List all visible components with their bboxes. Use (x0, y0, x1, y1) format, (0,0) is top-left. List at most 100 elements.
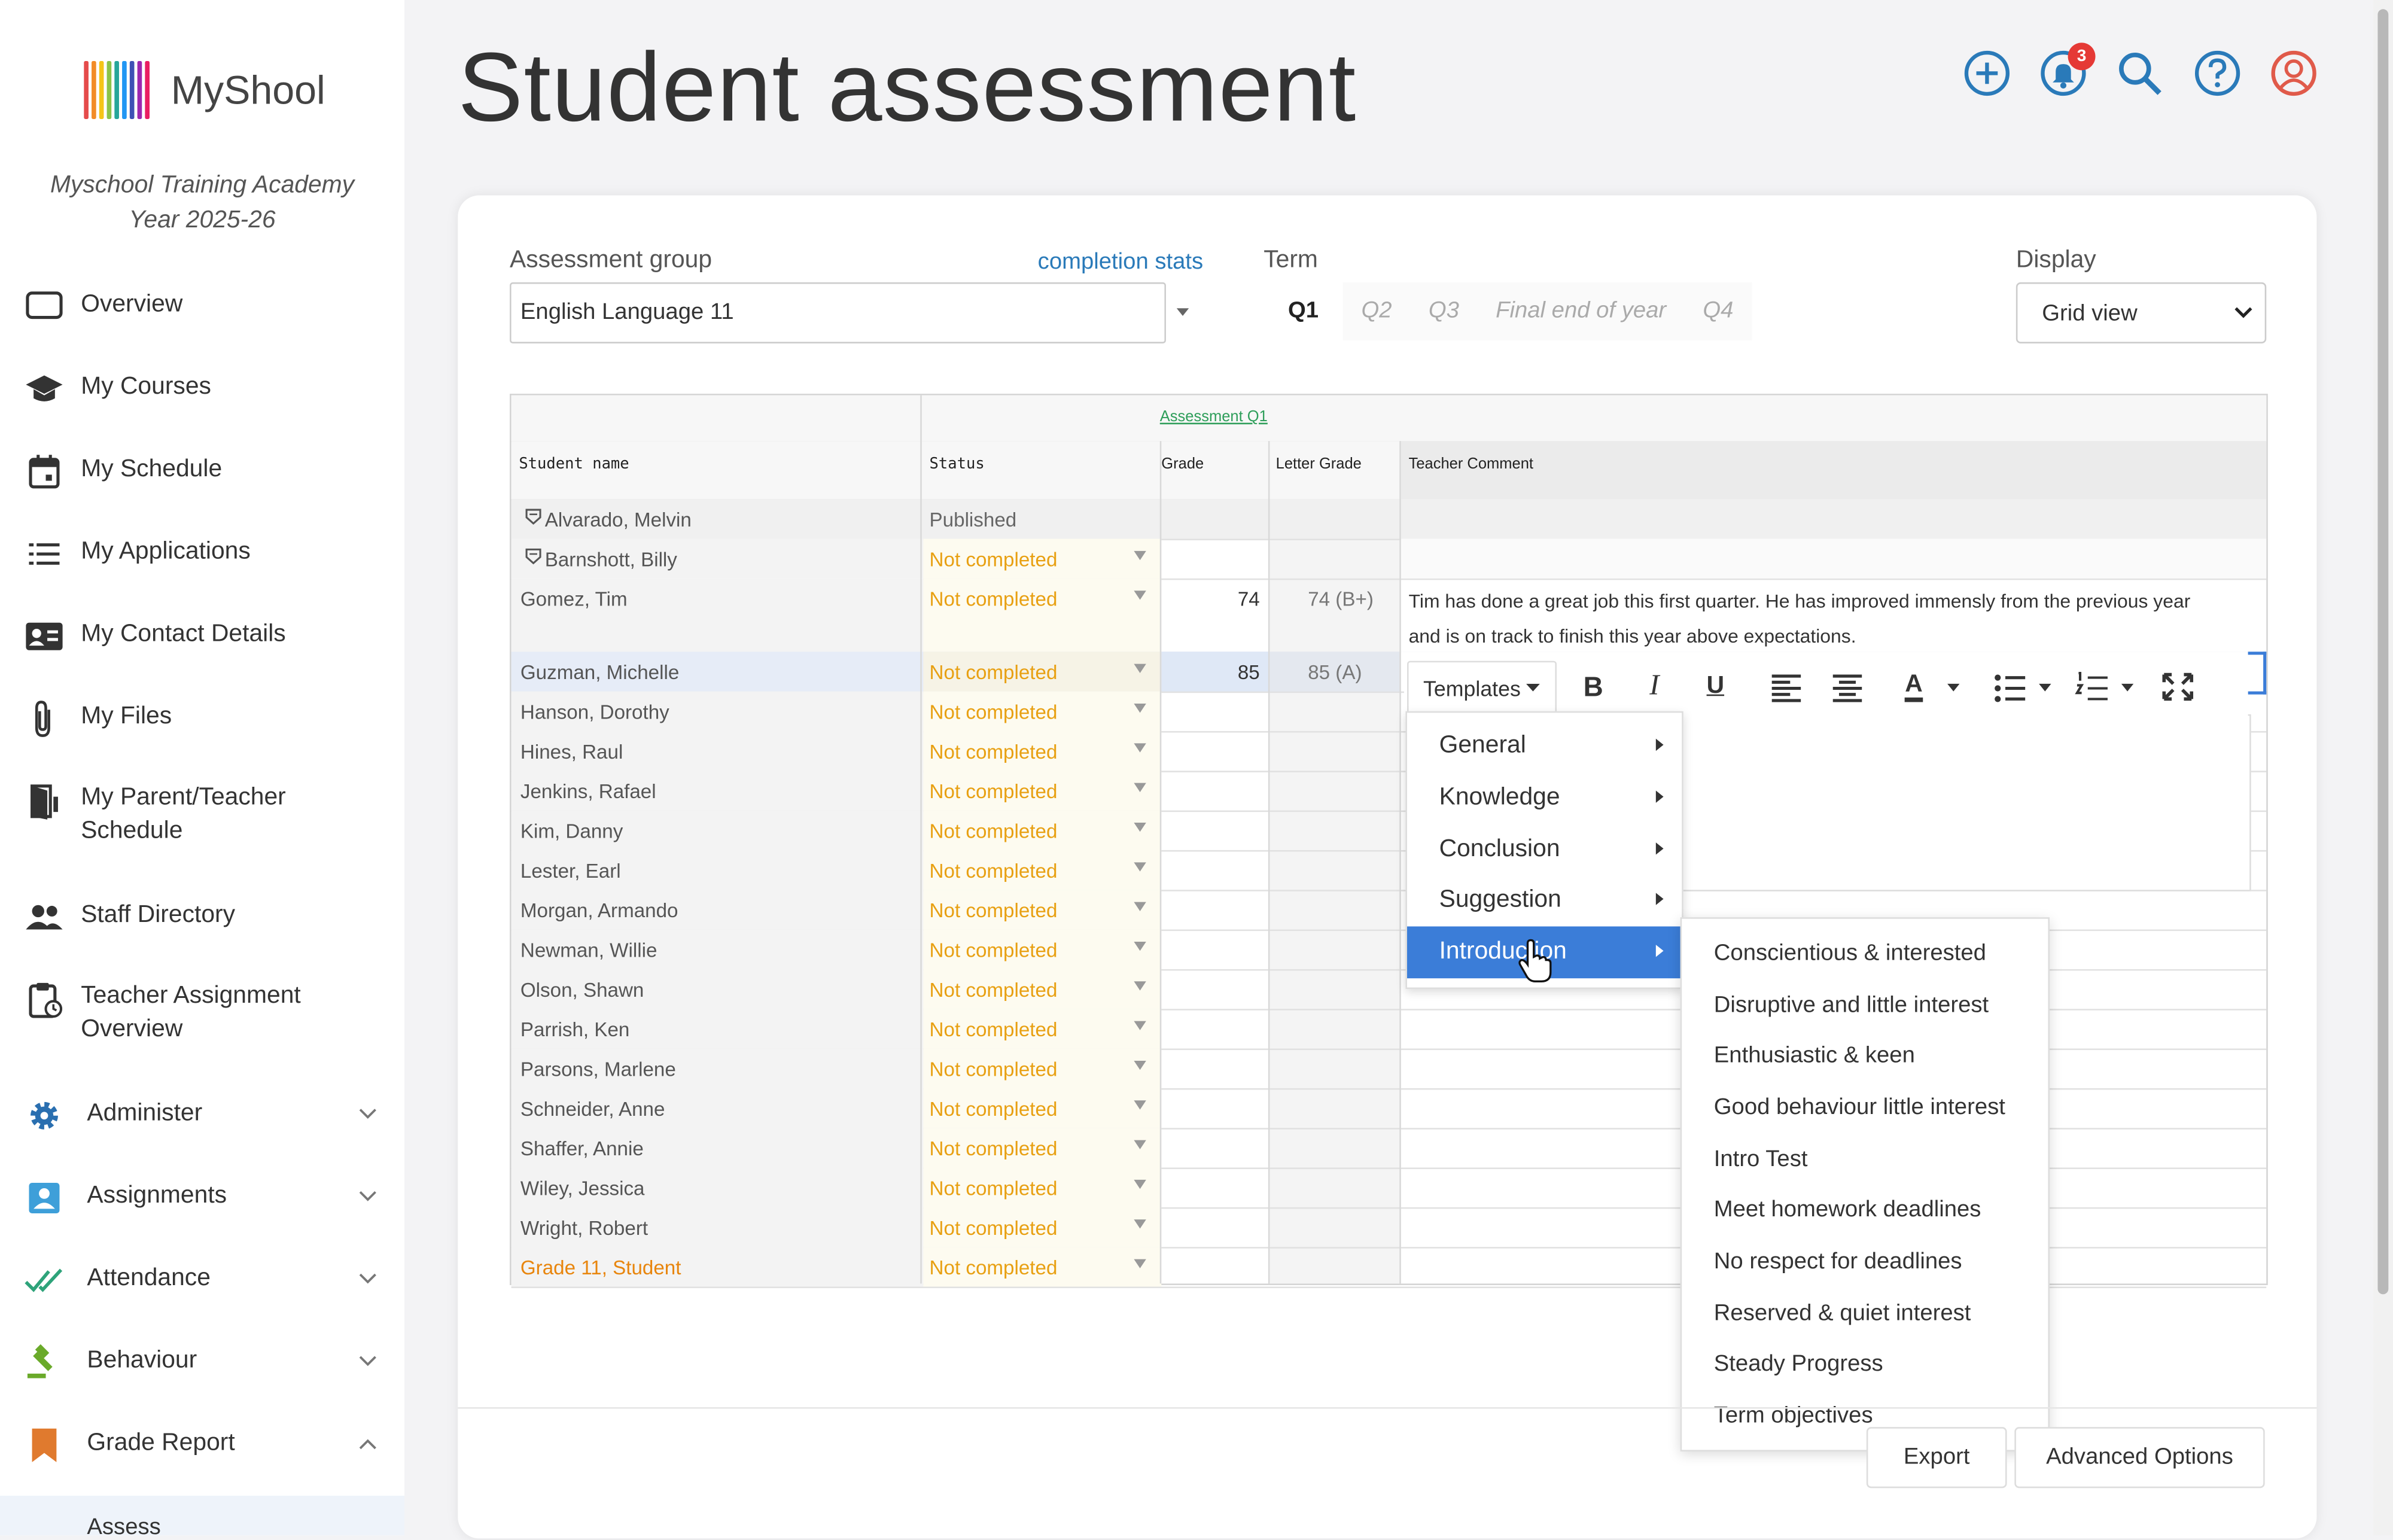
term-tab-final[interactable]: Final end of year (1477, 282, 1685, 340)
status-dropdown-icon[interactable] (1134, 1140, 1146, 1149)
sidebar-section-assignments[interactable]: Assignments (0, 1178, 404, 1215)
status-cell[interactable]: Not completed (930, 899, 1058, 922)
sidebar-item-overview[interactable]: Overview (0, 287, 404, 324)
user-icon[interactable] (2269, 49, 2318, 98)
status-cell[interactable]: Not completed (930, 1018, 1058, 1041)
sidebar-section-grade-report[interactable]: Grade Report (0, 1426, 404, 1462)
status-dropdown-icon[interactable] (1134, 1259, 1146, 1268)
status-dropdown-icon[interactable] (1134, 664, 1146, 673)
template-option[interactable]: Reserved & quiet interest (1714, 1300, 1971, 1326)
caret-down-icon[interactable] (2118, 656, 2137, 717)
status-cell[interactable]: Not completed (930, 859, 1058, 882)
sidebar-section-attendance[interactable]: Attendance (0, 1261, 404, 1297)
template-option[interactable]: Intro Test (1714, 1146, 1808, 1172)
display-select[interactable]: Grid view (2016, 282, 2267, 343)
status-dropdown-icon[interactable] (1134, 704, 1146, 713)
comment-editor[interactable] (1679, 714, 2251, 891)
status-cell[interactable]: Not completed (930, 548, 1058, 571)
template-option[interactable]: Steady Progress (1714, 1351, 1883, 1377)
menu-item-conclusion[interactable]: Conclusion (1407, 824, 1682, 876)
align-left-icon[interactable] (1767, 656, 1807, 717)
status-dropdown-icon[interactable] (1134, 591, 1146, 600)
assessment-group-header[interactable]: Assessment Q1 (1160, 409, 1268, 426)
status-dropdown-icon[interactable] (1134, 1021, 1146, 1030)
column-header-teacher-comment[interactable]: Teacher Comment (1409, 456, 1533, 473)
italic-icon[interactable]: I (1633, 656, 1676, 717)
dropdown-arrow-icon[interactable] (1164, 282, 1201, 340)
status-cell[interactable]: Not completed (930, 588, 1058, 610)
sidebar-item-my-schedule[interactable]: My Schedule (0, 452, 404, 489)
status-cell[interactable]: Not completed (930, 978, 1058, 1001)
template-option[interactable]: Good behaviour little interest (1714, 1094, 2005, 1120)
assessment-group-select[interactable]: English Language 11 (510, 282, 1166, 343)
status-cell[interactable]: Not completed (930, 1177, 1058, 1200)
template-option[interactable]: No respect for deadlines (1714, 1249, 1962, 1274)
template-option[interactable]: Meet homework deadlines (1714, 1197, 1981, 1222)
template-option[interactable]: Term objectives (1714, 1402, 1873, 1428)
advanced-options-button[interactable]: Advanced Options (2014, 1427, 2265, 1489)
status-dropdown-icon[interactable] (1134, 822, 1146, 832)
teacher-comment-cell[interactable]: Tim has done a great job this first quar… (1409, 585, 2264, 655)
menu-item-general[interactable]: General (1407, 720, 1682, 772)
sidebar-subitem-assess[interactable]: Assess (0, 1495, 405, 1540)
sidebar-item-my-files[interactable]: My Files (0, 699, 404, 737)
column-header-letter-grade[interactable]: Letter Grade (1276, 456, 1362, 473)
table-row[interactable]: Alvarado, Melvin Published (511, 499, 2267, 541)
column-header-status[interactable]: Status (930, 456, 985, 473)
sidebar-section-administer[interactable]: Administer (0, 1096, 404, 1133)
status-dropdown-icon[interactable] (1134, 902, 1146, 911)
bullet-list-icon[interactable] (1990, 656, 2030, 717)
add-icon[interactable] (1963, 49, 2012, 98)
underline-icon[interactable]: U (1694, 656, 1737, 717)
search-icon[interactable] (2115, 49, 2164, 98)
sidebar-section-behaviour[interactable]: Behaviour (0, 1343, 404, 1380)
export-button[interactable]: Export (1866, 1427, 2007, 1489)
caret-down-icon[interactable] (2036, 656, 2054, 717)
template-option[interactable]: Enthusiastic & keen (1714, 1042, 1915, 1068)
status-dropdown-icon[interactable] (1134, 743, 1146, 753)
column-header-student-name[interactable]: Student name (519, 456, 629, 473)
status-dropdown-icon[interactable] (1134, 1100, 1146, 1110)
status-dropdown-icon[interactable] (1134, 862, 1146, 872)
scrollbar[interactable] (2373, 0, 2393, 1536)
status-dropdown-icon[interactable] (1134, 941, 1146, 951)
font-color-icon[interactable]: A (1898, 656, 1929, 717)
term-tab-q3[interactable]: Q3 (1410, 282, 1478, 340)
sidebar-item-staff-directory[interactable]: Staff Directory (0, 897, 404, 934)
status-cell[interactable]: Not completed (930, 820, 1058, 842)
status-dropdown-icon[interactable] (1134, 1219, 1146, 1229)
sidebar-item-my-applications[interactable]: My Applications (0, 534, 404, 571)
status-cell[interactable]: Not completed (930, 780, 1058, 803)
menu-item-suggestion[interactable]: Suggestion (1407, 875, 1682, 927)
status-dropdown-icon[interactable] (1134, 550, 1146, 561)
status-dropdown-icon[interactable] (1134, 1179, 1146, 1189)
menu-item-knowledge[interactable]: Knowledge (1407, 772, 1682, 824)
term-tab-q2[interactable]: Q2 (1342, 282, 1411, 340)
table-row[interactable]: Barnshott, Billy Not completed (511, 538, 2267, 580)
completion-stats-link[interactable]: completion stats (1038, 249, 1204, 275)
bold-icon[interactable]: B (1572, 656, 1615, 717)
caret-down-icon[interactable] (1944, 656, 1963, 717)
template-option[interactable]: Conscientious & interested (1714, 940, 1986, 966)
help-icon[interactable] (2193, 49, 2242, 98)
status-cell[interactable]: Not completed (930, 740, 1058, 763)
status-cell[interactable]: Not completed (930, 1256, 1058, 1279)
status-dropdown-icon[interactable] (1134, 783, 1146, 792)
status-cell[interactable]: Not completed (930, 1137, 1058, 1159)
column-header-grade[interactable]: Grade (1161, 456, 1204, 473)
status-cell[interactable]: Not completed (930, 1097, 1058, 1120)
table-row[interactable]: Gomez, Tim Not completed 74 74 (B+) Tim … (511, 578, 2267, 655)
fullscreen-icon[interactable] (2158, 656, 2197, 717)
status-cell[interactable]: Not completed (930, 661, 1058, 684)
numbered-list-icon[interactable] (2072, 656, 2112, 717)
align-center-icon[interactable] (1828, 656, 1868, 717)
status-cell[interactable]: Not completed (930, 1058, 1058, 1081)
grade-cell[interactable]: 74 (1238, 588, 1260, 610)
app-logo[interactable]: MyShool (84, 61, 325, 119)
term-tab-q4[interactable]: Q4 (1684, 282, 1752, 340)
status-dropdown-icon[interactable] (1134, 1060, 1146, 1070)
sidebar-item-parent-teacher-schedule[interactable]: My Parent/Teacher Schedule (0, 781, 404, 851)
term-tab-q1[interactable]: Q1 (1264, 282, 1343, 340)
status-cell[interactable]: Not completed (930, 701, 1058, 723)
status-dropdown-icon[interactable] (1134, 981, 1146, 991)
